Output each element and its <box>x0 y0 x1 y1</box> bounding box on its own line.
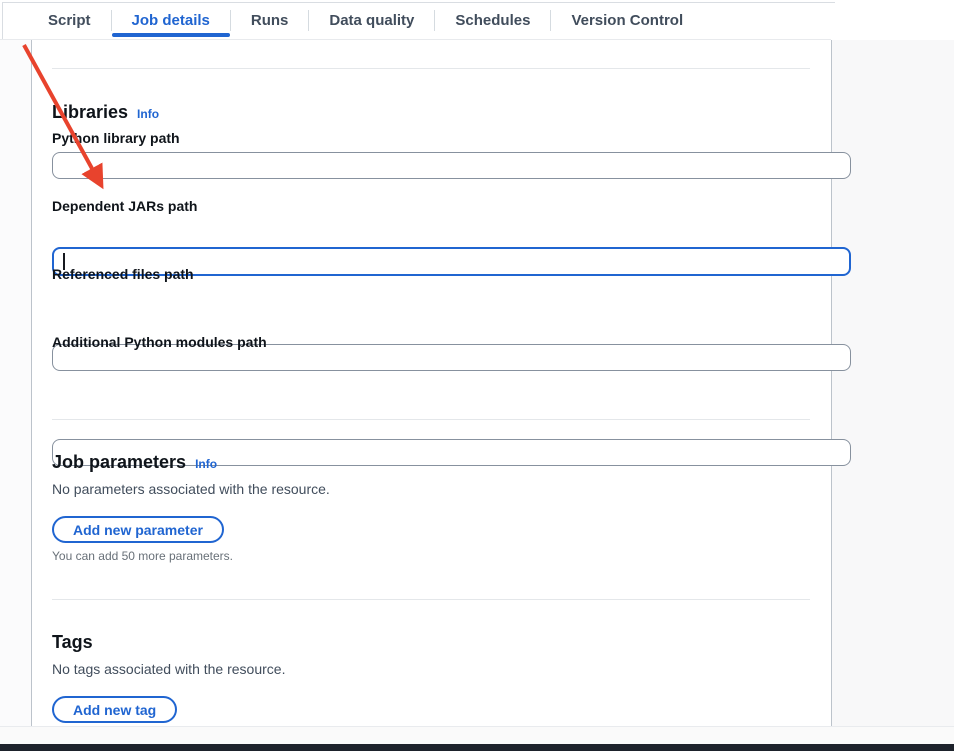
job-parameters-empty-text: No parameters associated with the resour… <box>52 481 810 497</box>
job-parameters-info-link[interactable]: Info <box>195 457 217 471</box>
job-parameters-helper-text: You can add 50 more parameters. <box>52 549 810 563</box>
section-divider <box>52 419 810 420</box>
section-divider <box>52 68 810 69</box>
tabbar-left-border <box>2 2 3 39</box>
right-gutter <box>831 40 954 726</box>
left-gutter <box>0 40 31 726</box>
job-parameters-heading: Job parameters <box>52 452 186 473</box>
tab-script[interactable]: Script <box>28 0 111 40</box>
python-library-path-label: Python library path <box>52 130 810 146</box>
window-bottom-edge <box>0 744 954 751</box>
tab-version-control[interactable]: Version Control <box>551 0 703 40</box>
job-details-content-panel: Libraries Info Python library path Depen… <box>31 40 831 726</box>
tab-job-details[interactable]: Job details <box>112 0 230 40</box>
tabbar-bottom-border <box>0 39 831 40</box>
python-library-path-field <box>52 152 851 179</box>
tab-schedules[interactable]: Schedules <box>435 0 550 40</box>
add-new-parameter-button[interactable]: Add new parameter <box>52 516 224 543</box>
tags-empty-text: No tags associated with the resource. <box>52 661 810 677</box>
tags-section-title: Tags <box>52 632 810 653</box>
add-new-tag-button[interactable]: Add new tag <box>52 696 177 723</box>
referenced-files-path-label: Referenced files path <box>52 266 810 282</box>
tab-runs[interactable]: Runs <box>231 0 309 40</box>
additional-python-modules-path-label: Additional Python modules path <box>52 334 810 350</box>
glue-job-details-page: Script Job details Runs Data quality Sch… <box>0 0 954 753</box>
libraries-heading: Libraries <box>52 102 128 123</box>
tab-bar: Script Job details Runs Data quality Sch… <box>0 0 954 40</box>
dependent-jars-path-label: Dependent JARs path <box>52 198 810 214</box>
section-divider <box>52 599 810 600</box>
tags-heading: Tags <box>52 632 93 653</box>
job-parameters-section-title: Job parameters Info <box>52 452 810 473</box>
job-parameters-actions: Add new parameter <box>52 516 810 543</box>
page-bottom-strip <box>0 726 954 744</box>
libraries-section-title: Libraries Info <box>52 102 810 123</box>
python-library-path-input[interactable] <box>52 152 851 179</box>
tab-data-quality[interactable]: Data quality <box>309 0 434 40</box>
tags-actions: Add new tag <box>52 696 810 723</box>
libraries-info-link[interactable]: Info <box>137 107 159 121</box>
